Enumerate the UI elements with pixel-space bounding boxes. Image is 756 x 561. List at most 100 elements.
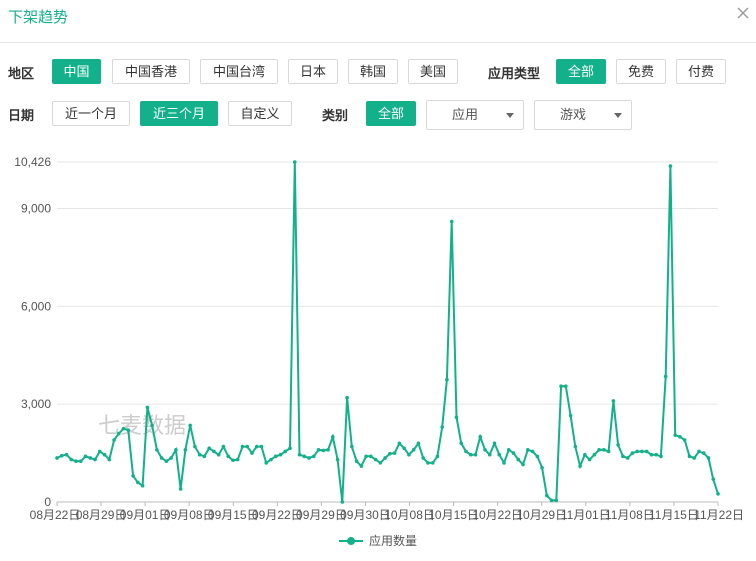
data-point[interactable]	[216, 452, 221, 457]
data-point[interactable]	[145, 405, 150, 410]
data-point[interactable]	[682, 438, 687, 442]
data-point[interactable]	[516, 457, 521, 462]
data-point[interactable]	[426, 461, 430, 465]
data-point[interactable]	[335, 457, 340, 462]
data-point[interactable]	[159, 456, 164, 460]
data-point[interactable]	[140, 483, 145, 488]
data-point[interactable]	[416, 441, 421, 446]
data-point[interactable]	[74, 459, 78, 464]
data-point[interactable]	[564, 384, 568, 389]
data-point[interactable]	[440, 425, 444, 429]
data-point[interactable]	[706, 456, 711, 460]
data-point[interactable]	[59, 453, 64, 458]
data-point[interactable]	[359, 464, 364, 468]
data-point[interactable]	[292, 160, 297, 164]
data-point[interactable]	[83, 454, 88, 459]
data-point[interactable]	[93, 457, 97, 462]
data-point[interactable]	[388, 451, 392, 456]
data-point[interactable]	[592, 452, 597, 457]
data-point[interactable]	[197, 452, 202, 457]
data-point[interactable]	[402, 446, 406, 450]
data-point[interactable]	[150, 423, 154, 428]
data-point[interactable]	[69, 457, 74, 462]
data-point[interactable]	[573, 444, 578, 449]
data-point[interactable]	[697, 449, 701, 454]
data-point[interactable]	[554, 498, 559, 503]
data-point[interactable]	[545, 493, 549, 498]
data-point[interactable]	[354, 459, 359, 464]
data-point[interactable]	[692, 456, 697, 460]
app-type-button-all[interactable]: 全部	[556, 59, 606, 84]
data-point[interactable]	[269, 457, 273, 462]
data-point[interactable]	[183, 448, 188, 452]
data-point[interactable]	[621, 454, 625, 459]
data-point[interactable]	[673, 433, 678, 437]
data-point[interactable]	[307, 456, 311, 460]
data-point[interactable]	[193, 444, 197, 449]
data-point[interactable]	[112, 438, 116, 442]
data-point[interactable]	[340, 500, 345, 504]
data-point[interactable]	[411, 448, 416, 452]
data-point[interactable]	[602, 448, 606, 452]
data-point[interactable]	[350, 444, 354, 449]
data-point[interactable]	[283, 449, 288, 454]
data-point[interactable]	[392, 451, 397, 455]
data-point[interactable]	[97, 449, 102, 454]
data-point[interactable]	[449, 219, 454, 224]
data-point[interactable]	[188, 423, 192, 428]
data-point[interactable]	[583, 452, 587, 457]
data-point[interactable]	[121, 426, 126, 431]
data-point[interactable]	[659, 454, 663, 459]
data-point[interactable]	[663, 374, 668, 379]
data-point[interactable]	[102, 452, 107, 457]
region-button-hongkong[interactable]: 中国香港	[112, 59, 190, 84]
data-point[interactable]	[88, 456, 93, 460]
data-point[interactable]	[126, 428, 131, 433]
data-point[interactable]	[611, 399, 616, 403]
data-point[interactable]	[369, 454, 373, 459]
data-point[interactable]	[459, 441, 464, 446]
data-point[interactable]	[407, 452, 411, 457]
data-point[interactable]	[687, 454, 692, 459]
data-point[interactable]	[559, 384, 563, 389]
app-type-button-free[interactable]: 免费	[616, 59, 666, 84]
data-point[interactable]	[383, 456, 387, 460]
data-point[interactable]	[668, 164, 673, 168]
data-point[interactable]	[316, 448, 321, 452]
date-button-three-months[interactable]: 近三个月	[140, 101, 218, 126]
data-point[interactable]	[264, 461, 269, 465]
data-point[interactable]	[297, 452, 302, 457]
legend[interactable]: 应用数量	[339, 533, 417, 548]
data-point[interactable]	[473, 452, 478, 457]
data-point[interactable]	[502, 461, 506, 465]
data-point[interactable]	[654, 452, 658, 457]
data-point[interactable]	[55, 456, 59, 460]
data-point[interactable]	[421, 456, 425, 460]
date-button-custom[interactable]: 自定义	[228, 101, 292, 126]
data-point[interactable]	[521, 462, 525, 467]
data-point[interactable]	[231, 458, 235, 463]
data-point[interactable]	[716, 492, 720, 496]
data-point[interactable]	[492, 441, 497, 446]
data-point[interactable]	[587, 457, 592, 462]
data-point[interactable]	[212, 449, 216, 454]
data-point[interactable]	[464, 449, 468, 454]
data-point[interactable]	[535, 454, 540, 459]
data-point[interactable]	[259, 444, 264, 449]
data-point[interactable]	[345, 395, 349, 400]
data-point[interactable]	[540, 465, 544, 470]
data-point[interactable]	[597, 448, 601, 452]
data-point[interactable]	[378, 461, 383, 465]
category-select-app[interactable]: 应用	[426, 100, 524, 130]
data-point[interactable]	[331, 434, 335, 439]
data-point[interactable]	[240, 444, 245, 449]
data-point[interactable]	[364, 454, 368, 459]
app-type-button-paid[interactable]: 付费	[676, 59, 726, 84]
data-point[interactable]	[254, 444, 259, 449]
data-point[interactable]	[288, 446, 292, 450]
data-point[interactable]	[321, 448, 326, 453]
data-point[interactable]	[202, 454, 207, 459]
data-point[interactable]	[64, 452, 69, 457]
data-point[interactable]	[221, 444, 226, 449]
data-point[interactable]	[640, 449, 644, 454]
